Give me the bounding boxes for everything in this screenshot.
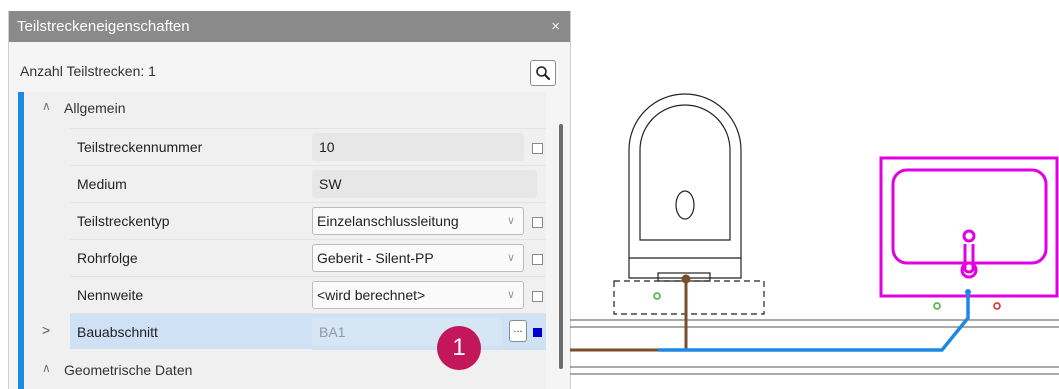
property-row-teilstreckennummer: Teilstreckennummer 10 bbox=[24, 128, 546, 165]
close-icon[interactable]: × bbox=[551, 11, 560, 42]
expand-icon[interactable]: > bbox=[42, 322, 50, 338]
property-row-medium: Medium SW bbox=[24, 165, 546, 202]
teilstreckennummer-field[interactable]: 10 bbox=[312, 133, 524, 161]
search-icon bbox=[536, 66, 551, 81]
pipe-endpoint bbox=[965, 289, 971, 295]
browse-button[interactable]: ... bbox=[509, 320, 527, 342]
property-value-cell: SW bbox=[312, 165, 546, 202]
dropdown-value: Geberit - Silent-PP bbox=[317, 250, 434, 266]
floor-lines bbox=[570, 319, 1059, 375]
category-allgemein[interactable]: ∧ Allgemein bbox=[24, 92, 546, 124]
connection-marker-green bbox=[933, 302, 941, 310]
collapse-icon[interactable]: ∧ bbox=[42, 99, 51, 113]
chevron-down-icon: ∨ bbox=[506, 215, 515, 227]
teilstreckentyp-checkbox[interactable] bbox=[532, 217, 543, 228]
property-name: Nennweite bbox=[70, 276, 312, 312]
rohrfolge-checkbox[interactable] bbox=[532, 254, 543, 265]
connection-marker-green bbox=[653, 292, 661, 300]
property-value-cell: BA1 ... bbox=[312, 313, 546, 350]
nennweite-checkbox[interactable] bbox=[532, 291, 543, 302]
chevron-down-icon: ∨ bbox=[506, 289, 515, 301]
pipe-blue[interactable] bbox=[658, 292, 970, 352]
property-row-teilstreckentyp: Teilstreckentyp Einzelanschlussleitung ∨ bbox=[24, 202, 546, 239]
category-label: Geometrische Daten bbox=[64, 362, 193, 378]
window-title: Teilstreckeneigenschaften bbox=[17, 18, 190, 35]
teilstreckentyp-dropdown[interactable]: Einzelanschlussleitung ∨ bbox=[312, 207, 524, 235]
property-value-cell: Geberit - Silent-PP ∨ bbox=[312, 239, 546, 276]
property-name: Teilstreckennummer bbox=[70, 128, 312, 164]
property-value-cell: Einzelanschlussleitung ∨ bbox=[312, 202, 546, 239]
property-value-cell: 10 bbox=[312, 128, 546, 165]
property-name: Medium bbox=[70, 165, 312, 201]
dropdown-value: Einzelanschlussleitung bbox=[317, 213, 459, 229]
property-row-nennweite: Nennweite <wird berechnet> ∨ bbox=[24, 276, 546, 313]
search-button[interactable] bbox=[530, 60, 556, 86]
nennweite-dropdown[interactable]: <wird berechnet> ∨ bbox=[312, 281, 524, 309]
washbasin-fixture[interactable] bbox=[879, 156, 1059, 298]
step-badge: 1 bbox=[437, 326, 481, 370]
dropdown-value: <wird berechnet> bbox=[317, 287, 426, 303]
property-name: Bauabschnitt bbox=[70, 313, 312, 349]
property-value-cell: <wird berechnet> ∨ bbox=[312, 276, 546, 313]
chevron-down-icon: ∨ bbox=[506, 252, 515, 264]
property-name: Rohrfolge bbox=[70, 239, 312, 275]
property-row-rohrfolge: Rohrfolge Geberit - Silent-PP ∨ bbox=[24, 239, 546, 276]
connection-marker-red bbox=[993, 302, 1001, 310]
pipe-brown[interactable] bbox=[570, 274, 691, 352]
medium-field: SW bbox=[312, 170, 537, 198]
color-swatch[interactable] bbox=[533, 328, 542, 337]
property-name: Teilstreckentyp bbox=[70, 202, 312, 238]
category-label: Allgemein bbox=[64, 100, 126, 116]
scrollbar-thumb[interactable] bbox=[559, 124, 563, 369]
cad-drawing[interactable] bbox=[570, 0, 1059, 389]
properties-panel: Teilstreckeneigenschaften × Anzahl Teils… bbox=[8, 11, 571, 389]
collapse-icon[interactable]: ∧ bbox=[42, 361, 51, 375]
segment-count-label: Anzahl Teilstrecken: 1 bbox=[20, 63, 156, 79]
title-bar: Teilstreckeneigenschaften × bbox=[9, 11, 570, 42]
rohrfolge-dropdown[interactable]: Geberit - Silent-PP ∨ bbox=[312, 244, 524, 272]
teilstreckennummer-checkbox[interactable] bbox=[532, 143, 543, 154]
